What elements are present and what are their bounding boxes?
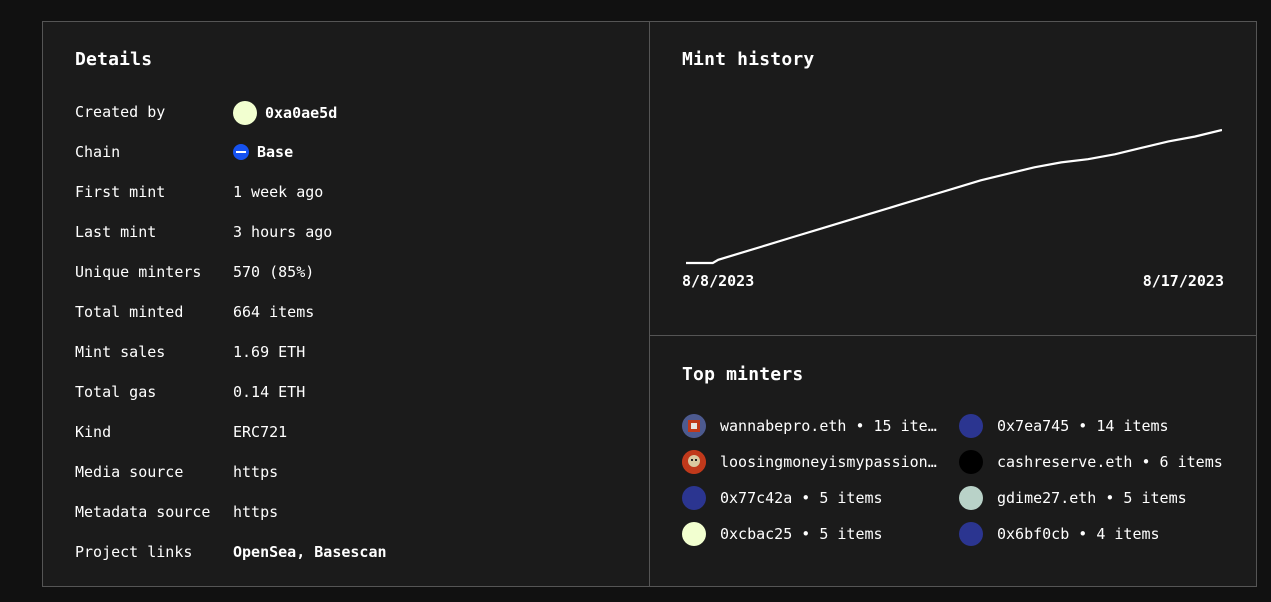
detail-label: Last mint [75,223,157,241]
minter-label: 0x7ea745 • 14 items [997,417,1169,435]
detail-value: 3 hours ago [233,223,333,241]
chart-end-date: 8/17/2023 [1142,272,1224,290]
minter-label: loosingmoneyismypassion… • 9 items [720,453,944,471]
detail-label: First mint [75,183,166,201]
detail-label: Total minted [75,303,184,321]
avatar-icon [959,414,983,438]
creator-avatar-icon [233,101,257,125]
detail-label: Project links [75,543,193,561]
detail-label: Mint sales [75,343,166,361]
mint-history-title: Mint history [682,49,815,70]
project-links[interactable]: OpenSea, Basescan [233,541,387,563]
detail-value: 664 items [233,303,315,321]
minter-item[interactable]: 0xcbac25 • 5 items [682,521,944,547]
nft-avatar-icon [682,414,706,438]
mint-history-line [686,128,1222,265]
detail-label: Total gas [75,383,157,401]
detail-value: 1.69 ETH [233,343,306,361]
minter-label: gdime27.eth • 5 items [997,489,1187,507]
detail-value: https [233,503,279,521]
minter-label: wannabepro.eth • 15 items [720,417,944,435]
avatar-icon [959,486,983,510]
details-title: Details [75,49,153,70]
avatar-icon [682,522,706,546]
minter-label: 0xcbac25 • 5 items [720,525,883,543]
creator-address-link[interactable]: 0xa0ae5d [265,102,337,124]
minter-item[interactable]: 0x7ea745 • 14 items [959,413,1229,439]
detail-label: Unique minters [75,263,202,281]
detail-value: ERC721 [233,423,288,441]
base-chain-icon [233,144,249,160]
minter-item[interactable]: 0x6bf0cb • 4 items [959,521,1229,547]
detail-value[interactable]: 0xa0ae5d [233,101,337,125]
details-section: Details Created by 0xa0ae5d Chain Base F… [43,22,650,586]
detail-label: Metadata source [75,503,211,521]
avatar-icon [682,486,706,510]
mint-history-section: Mint history 8/8/2023 8/17/2023 [650,22,1256,336]
avatar-icon [959,450,983,474]
detail-value: 1 week ago [233,183,324,201]
detail-value: Base [233,141,293,163]
nft-avatar-icon [682,450,706,474]
minter-item[interactable]: wannabepro.eth • 15 items [682,413,944,439]
minter-label: 0x6bf0cb • 4 items [997,525,1160,543]
minter-item[interactable]: 0x77c42a • 5 items [682,485,944,511]
detail-label: Chain [75,143,121,161]
minter-item[interactable]: cashreserve.eth • 6 items [959,449,1229,475]
detail-value: https [233,463,279,481]
detail-value: 570 (85%) [233,263,315,281]
mint-history-chart [686,128,1222,265]
minter-item[interactable]: gdime27.eth • 5 items [959,485,1229,511]
detail-value: 0.14 ETH [233,383,306,401]
collection-stats-panel: Details Created by 0xa0ae5d Chain Base F… [42,21,1257,587]
minter-label: cashreserve.eth • 6 items [997,453,1223,471]
detail-label: Media source [75,463,184,481]
chain-name: Base [257,143,294,161]
detail-label: Created by [75,103,166,121]
detail-label: Kind [75,423,112,441]
chart-start-date: 8/8/2023 [682,272,755,290]
top-minters-title: Top minters [682,364,804,385]
top-minters-section: Top minters wannabepro.eth • 15 items 0x… [650,336,1256,586]
minter-item[interactable]: loosingmoneyismypassion… • 9 items [682,449,944,475]
minter-label: 0x77c42a • 5 items [720,489,883,507]
avatar-icon [959,522,983,546]
